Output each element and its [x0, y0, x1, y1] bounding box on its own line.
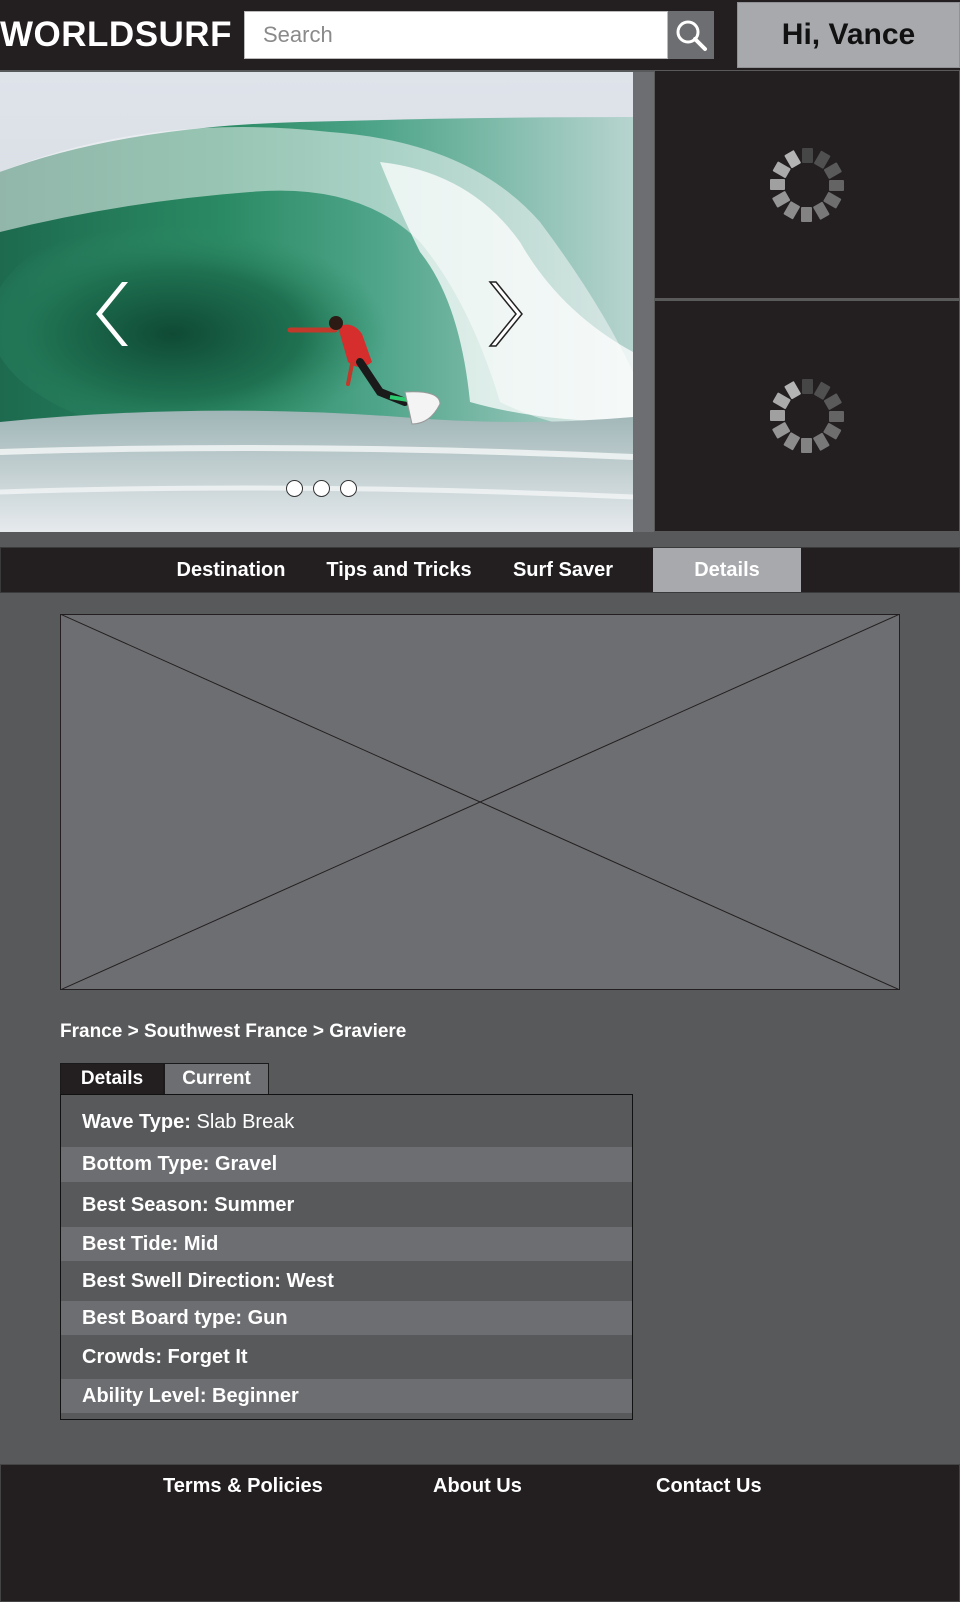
footer-link-contact[interactable]: Contact Us [656, 1475, 762, 1498]
spinner-segment [772, 161, 791, 178]
detail-value: Forget It [162, 1345, 248, 1368]
detail-label: Best Season: [82, 1193, 209, 1216]
tab-details[interactable]: Details [60, 1063, 164, 1095]
nav-details[interactable]: Details [653, 548, 801, 592]
user-greeting[interactable]: Hi, Vance [737, 2, 960, 68]
spinner-segment [772, 190, 791, 207]
detail-value: Beginner [206, 1384, 299, 1407]
detail-row-best-tide: Best Tide: Mid [61, 1227, 632, 1261]
detail-label: Bottom Type: [82, 1153, 210, 1175]
detail-row-ability-level: Ability Level: Beginner [61, 1379, 632, 1413]
spinner-segment [784, 381, 801, 400]
nav-destination[interactable]: Destination [167, 548, 295, 592]
site-logo[interactable]: WORLDSURF [0, 15, 232, 55]
top-header: WORLDSURF Hi, Vance [0, 0, 960, 70]
nav-surf-saver[interactable]: Surf Saver [501, 548, 625, 592]
spinner-segment [801, 438, 812, 453]
detail-row-bottom-type: Bottom Type: Gravel [61, 1147, 632, 1182]
carousel-dot-3[interactable] [340, 480, 357, 497]
detail-value: Gun [242, 1306, 288, 1329]
spinner-segment [813, 432, 830, 451]
search-icon [676, 20, 707, 51]
spinner-segment [783, 200, 800, 219]
spinner-segment [829, 411, 844, 422]
spinner-segment [829, 179, 844, 191]
footer-link-about[interactable]: About Us [433, 1475, 522, 1498]
side-panel-bottom[interactable] [654, 300, 960, 532]
image-placeholder [59, 613, 901, 991]
detail-value: Slab Break [190, 1110, 295, 1133]
detail-value: Gravel [209, 1153, 278, 1175]
placeholder-cross [59, 613, 901, 991]
side-panel-top[interactable] [654, 70, 960, 299]
spinner-segment [813, 201, 830, 220]
main-nav: Destination Tips and Tricks Surf Saver D… [0, 547, 960, 593]
nav-tips-and-tricks[interactable]: Tips and Tricks [319, 548, 479, 592]
detail-row-best-season: Best Season: Summer [61, 1183, 632, 1227]
detail-value: Mid [178, 1232, 219, 1255]
loading-spinner-icon [770, 147, 844, 222]
spinner-segment [770, 178, 785, 190]
tab-current[interactable]: Current [164, 1063, 269, 1095]
detail-row-best-board-type: Best Board type: Gun [61, 1301, 632, 1335]
footer-link-terms[interactable]: Terms & Policies [163, 1475, 323, 1498]
details-table: Wave Type: Slab Break Bottom Type: Grave… [60, 1094, 633, 1420]
spinner-segment [823, 162, 842, 179]
chevron-left-icon[interactable] [94, 278, 138, 350]
detail-label: Wave Type: [82, 1110, 191, 1133]
detail-row-best-swell-direction: Best Swell Direction: West [61, 1261, 632, 1301]
spinner-segment [784, 149, 801, 168]
spinner-segment [772, 392, 791, 409]
spinner-segment [823, 393, 842, 410]
detail-label: Best Board type: [82, 1306, 243, 1329]
spinner-segment [772, 422, 791, 439]
spinner-segment [823, 423, 842, 440]
detail-label: Crowds: [82, 1345, 162, 1368]
detail-label: Best Swell Direction: [82, 1269, 281, 1292]
spinner-segment [783, 432, 800, 451]
hero-carousel [0, 72, 633, 532]
spinner-segment [770, 410, 785, 421]
site-footer: Terms & Policies About Us Contact Us [0, 1464, 960, 1602]
carousel-indicators [286, 480, 357, 497]
detail-label: Best Tide: [82, 1232, 179, 1255]
search-button[interactable] [668, 11, 714, 59]
chevron-right-icon[interactable] [484, 278, 528, 350]
carousel-dot-2[interactable] [313, 480, 330, 497]
breadcrumb: France > Southwest France > Graviere [60, 1021, 407, 1042]
spinner-segment [814, 150, 831, 169]
detail-row-crowds: Crowds: Forget It [61, 1335, 632, 1379]
spinner-segment [802, 379, 813, 394]
spinner-segment [823, 191, 842, 208]
search-input[interactable] [244, 11, 668, 59]
carousel-dot-1[interactable] [286, 480, 303, 497]
hero-divider [633, 72, 654, 532]
detail-value: Summer [208, 1193, 295, 1216]
spinner-segment [801, 206, 812, 222]
detail-row-wave-type: Wave Type: Slab Break [61, 1101, 632, 1143]
loading-spinner-icon [770, 379, 844, 453]
detail-label: Ability Level: [82, 1384, 207, 1407]
detail-value: West [280, 1269, 334, 1292]
spinner-segment [802, 147, 813, 163]
spinner-segment [814, 381, 831, 400]
